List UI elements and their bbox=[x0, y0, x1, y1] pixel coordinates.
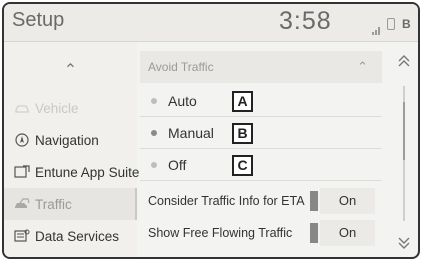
consider-traffic-eta-row[interactable]: Consider Traffic Info for ETA On bbox=[140, 185, 382, 217]
screen-frame: Setup 3:58 B ⌃ Vehicle Navigation Entune… bbox=[2, 2, 420, 259]
sidebar-item-navigation[interactable]: Navigation bbox=[4, 124, 137, 156]
traffic-car-icon bbox=[14, 197, 30, 211]
avoid-traffic-header[interactable]: Avoid Traffic ⌃ bbox=[140, 51, 382, 83]
radio-indicator-icon bbox=[151, 98, 157, 104]
collapse-chevron-icon[interactable]: ⌃ bbox=[357, 51, 368, 83]
bluetooth-icon: B bbox=[402, 17, 411, 31]
page-title: Setup bbox=[12, 9, 65, 31]
toggle-value[interactable]: On bbox=[320, 188, 375, 214]
entune-icon bbox=[14, 165, 30, 179]
option-off[interactable]: Off bbox=[140, 149, 382, 181]
scroll-track[interactable] bbox=[403, 86, 405, 221]
callout-label-a: A bbox=[232, 91, 253, 112]
scroll-up-icon[interactable] bbox=[389, 54, 418, 72]
callout-label-b: B bbox=[232, 123, 253, 144]
toggle-indicator bbox=[310, 191, 318, 211]
sidebar-item-label: Vehicle bbox=[35, 100, 79, 116]
sidebar-item-vehicle[interactable]: Vehicle bbox=[4, 92, 137, 124]
battery-icon bbox=[387, 18, 395, 30]
menu-up-arrow-icon[interactable]: ⌃ bbox=[4, 50, 137, 92]
left-menu: ⌃ Vehicle Navigation Entune App Suite Tr… bbox=[4, 42, 140, 257]
show-free-flowing-row[interactable]: Show Free Flowing Traffic On bbox=[140, 217, 382, 249]
setting-label: Show Free Flowing Traffic bbox=[148, 226, 293, 240]
radio-indicator-icon bbox=[151, 130, 157, 136]
option-manual[interactable]: Manual bbox=[140, 117, 382, 149]
sidebar-item-entune-app-suite[interactable]: Entune App Suite bbox=[4, 156, 140, 188]
option-auto[interactable]: Auto bbox=[140, 85, 382, 117]
toggle-value[interactable]: On bbox=[320, 220, 375, 246]
signal-icon bbox=[372, 22, 380, 35]
section-title: Avoid Traffic bbox=[148, 60, 214, 74]
data-services-icon bbox=[14, 229, 30, 243]
sidebar-item-data-services[interactable]: Data Services bbox=[4, 220, 137, 252]
scroll-thumb[interactable] bbox=[403, 102, 405, 160]
option-label: Off bbox=[168, 157, 187, 173]
status-bar: Setup 3:58 B bbox=[4, 4, 418, 42]
radio-indicator-icon bbox=[151, 162, 157, 168]
callout-label-c: C bbox=[232, 155, 253, 176]
clock: 3:58 bbox=[279, 7, 332, 35]
toggle-indicator bbox=[310, 223, 318, 243]
sidebar-item-label: Traffic bbox=[35, 196, 72, 212]
sidebar-item-label: Data Services bbox=[35, 228, 120, 244]
car-icon bbox=[14, 101, 30, 115]
sidebar-item-label: Navigation bbox=[35, 132, 99, 148]
setting-label: Consider Traffic Info for ETA bbox=[148, 194, 305, 208]
scrollbar[interactable] bbox=[389, 44, 418, 257]
navigation-icon bbox=[14, 133, 30, 147]
sidebar-item-traffic[interactable]: Traffic bbox=[4, 188, 137, 220]
option-label: Auto bbox=[168, 93, 197, 109]
option-label: Manual bbox=[168, 125, 214, 141]
sidebar-item-label: Entune App Suite bbox=[35, 164, 140, 180]
status-icons: B bbox=[372, 16, 411, 35]
scroll-down-icon[interactable] bbox=[389, 236, 418, 254]
